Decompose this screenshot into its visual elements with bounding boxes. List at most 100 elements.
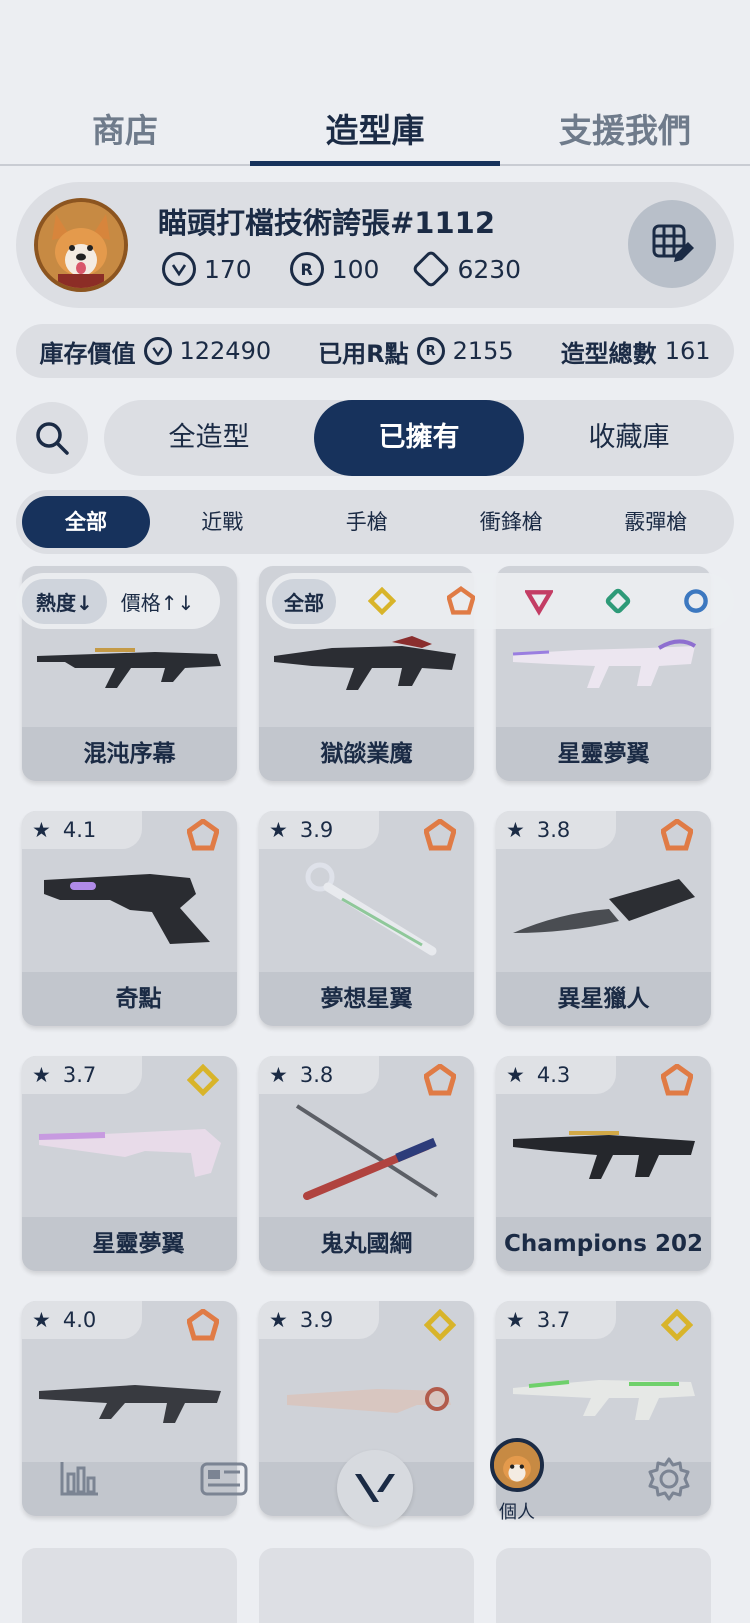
rating-badge: ★ 3.9: [259, 1301, 379, 1339]
used-r-label: 已用R點: [318, 339, 409, 368]
star-icon: ★: [269, 1308, 288, 1332]
skin-name: 鬼丸國綱: [259, 1217, 474, 1271]
news-icon: [200, 1462, 248, 1496]
grid-edit-icon: [652, 224, 694, 262]
nav-news[interactable]: [200, 1462, 248, 1496]
select-tier-icon: [424, 1309, 456, 1341]
edit-layout-button[interactable]: [628, 200, 716, 288]
skin-name: 星靈夢翼: [496, 727, 711, 781]
sort-popularity[interactable]: 熱度↓: [22, 578, 107, 624]
valorant-logo-icon: [355, 1474, 395, 1502]
premium-tier-icon: [525, 590, 554, 616]
skin-card[interactable]: ★ 4.3 Champions 202: [496, 1056, 711, 1271]
rating-badge: ★ 4.3: [496, 1056, 616, 1094]
tab-collection[interactable]: 造型庫: [250, 96, 500, 166]
weapon-image: [32, 1100, 227, 1208]
sort-bar: 熱度↓ 價格↑↓: [16, 573, 221, 629]
bar-chart-icon: [60, 1462, 98, 1496]
valorant-points-icon: [162, 252, 196, 286]
currency-row: 170 R 100 6230: [162, 249, 559, 289]
rating-value: 4.1: [62, 818, 97, 842]
skin-name: 獄燄業魔: [259, 727, 474, 781]
search-button[interactable]: [16, 402, 88, 474]
inventory-value-amount: 122490: [179, 337, 272, 365]
filter-wishlist[interactable]: 收藏庫: [524, 400, 734, 476]
filter-owned[interactable]: 已擁有: [314, 400, 524, 476]
rating-value: 3.9: [299, 1308, 334, 1332]
used-r-points: 已用R點 R 2155: [318, 334, 514, 369]
weapon-image: [269, 855, 464, 963]
kingdom-credits-icon: [411, 249, 452, 289]
username: 瞄頭打檔技術誇張#1112: [158, 206, 496, 240]
deluxe-tier-icon: [187, 1309, 219, 1341]
skin-card[interactable]: ★ 3.8 鬼丸國綱: [259, 1056, 474, 1271]
used-r-amount: 2155: [452, 337, 514, 365]
rating-badge: ★ 3.8: [259, 1056, 379, 1094]
weapon-image: [269, 1345, 464, 1453]
select-tier-icon: [368, 587, 397, 615]
nav-home[interactable]: [337, 1450, 413, 1526]
star-icon: ★: [269, 1063, 288, 1087]
nav-stats[interactable]: [60, 1460, 100, 1496]
select-tier-icon: [187, 1064, 219, 1096]
deluxe-tier-icon: [661, 1064, 693, 1096]
weapon-image: [506, 855, 701, 963]
inventory-value: 庫存價值 122490: [39, 334, 272, 369]
tab-shop[interactable]: 商店: [0, 96, 250, 164]
ultra-tier-icon: [684, 589, 708, 613]
nav-profile[interactable]: 個人: [490, 1438, 544, 1524]
skin-name: 混沌序幕: [22, 727, 237, 781]
star-icon: ★: [269, 818, 288, 842]
skin-name: Champions 202: [496, 1217, 711, 1271]
rating-value: 3.7: [536, 1308, 571, 1332]
avatar: [34, 198, 128, 292]
sort-price[interactable]: 價格↑↓: [107, 579, 209, 624]
tier-filter-bar: 全部: [266, 573, 734, 629]
inventory-value-label: 庫存價值: [39, 339, 136, 368]
nav-settings[interactable]: [646, 1456, 692, 1502]
gear-icon: [648, 1457, 690, 1501]
rp-value: 100: [331, 254, 380, 284]
type-smg[interactable]: 衝鋒槍: [439, 496, 584, 548]
tab-support[interactable]: 支援我們: [500, 96, 750, 164]
tier-all[interactable]: 全部: [272, 578, 336, 624]
deluxe-tier-icon: [187, 819, 219, 851]
skin-name: 星靈夢翼: [22, 1217, 237, 1271]
skin-name: 異星獵人: [496, 972, 711, 1026]
skin-total-amount: 161: [664, 337, 711, 365]
skin-name: 奇點: [22, 972, 237, 1026]
rating-badge: ★ 4.1: [22, 811, 142, 849]
rating-badge: ★ 4.0: [22, 1301, 142, 1339]
deluxe-tier-icon: [424, 819, 456, 851]
skin-card[interactable]: ★ 3.8 異星獵人: [496, 811, 711, 1026]
weapon-image: [506, 1100, 701, 1208]
type-melee[interactable]: 近戰: [150, 496, 295, 548]
exclusive-tier-filter[interactable]: [604, 587, 632, 615]
star-icon: ★: [32, 818, 51, 842]
deluxe-tier-filter[interactable]: [446, 586, 475, 615]
weapon-type-tabs: 全部 近戰 手槍 衝鋒槍 霰彈槍: [16, 490, 734, 554]
vp-balance: 170: [162, 252, 252, 286]
skin-card[interactable]: ★ 4.1 奇點: [22, 811, 237, 1026]
filter-all-skins[interactable]: 全造型: [104, 400, 314, 476]
skin-card[interactable]: ★ 3.9 夢想星翼: [259, 811, 474, 1026]
ultra-tier-filter[interactable]: [682, 587, 710, 615]
exclusive-tier-icon: [605, 588, 630, 614]
kc-value: 6230: [457, 254, 522, 284]
premium-tier-filter[interactable]: [525, 587, 554, 616]
skin-card[interactable]: ★ 3.7 星靈夢翼: [22, 1056, 237, 1271]
type-shotgun[interactable]: 霰彈槍: [584, 496, 729, 548]
rating-value: 3.9: [299, 818, 334, 842]
skin-total: 造型總數 161: [561, 334, 711, 369]
deluxe-tier-icon: [424, 1064, 456, 1096]
rating-value: 4.0: [62, 1308, 97, 1332]
select-tier-filter[interactable]: [368, 587, 397, 615]
deluxe-tier-icon: [446, 586, 475, 615]
next-row-preview: [22, 1548, 728, 1623]
rating-value: 3.8: [299, 1063, 334, 1087]
ownership-filter: 全造型 已擁有 收藏庫: [104, 400, 734, 476]
profile-avatar-icon: [490, 1438, 544, 1492]
type-sidearm[interactable]: 手槍: [295, 496, 440, 548]
type-all[interactable]: 全部: [22, 496, 150, 548]
rating-value: 3.7: [62, 1063, 97, 1087]
